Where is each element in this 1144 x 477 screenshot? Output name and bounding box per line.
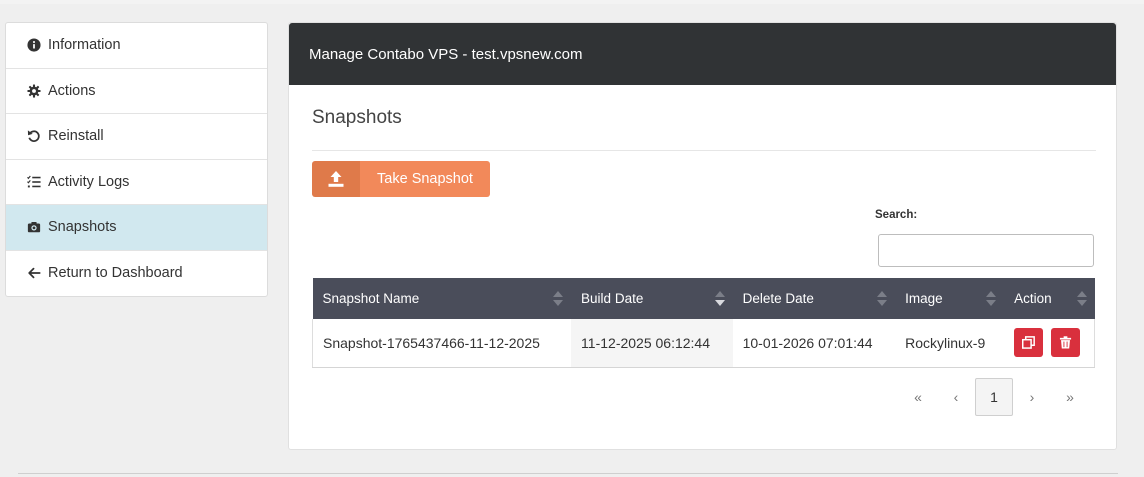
sort-desc-icon: [714, 291, 725, 307]
sidebar-menu: Information Actions Reinstall Activity L…: [5, 22, 268, 297]
sidebar-item-return-to-dashboard[interactable]: Return to Dashboard: [6, 251, 267, 297]
sidebar-item-actions[interactable]: Actions: [6, 69, 267, 114]
restore-snapshot-button[interactable]: [1014, 328, 1044, 358]
sort-icon: [553, 291, 564, 307]
footer-divider: [18, 473, 1118, 477]
sort-icon: [877, 291, 888, 307]
sort-icon: [986, 291, 997, 307]
camera-icon: [26, 219, 42, 235]
take-snapshot-button[interactable]: Take Snapshot: [312, 161, 490, 197]
table-header-row: Snapshot Name Build Date Delete Date Ima…: [312, 278, 1095, 319]
search-input[interactable]: [878, 234, 1094, 267]
trash-icon: [1059, 336, 1072, 349]
column-header-image[interactable]: Image: [895, 278, 1005, 319]
build-date-cell: 11-12-2025 06:12:44: [571, 319, 733, 368]
search-label: Search:: [875, 209, 918, 221]
image-cell: Rockylinux-9: [895, 319, 1005, 368]
manage-vps-panel: Manage Contabo VPS - test.vpsnew.com Sna…: [288, 22, 1117, 450]
sidebar-item-information[interactable]: Information: [6, 23, 267, 69]
column-header-action[interactable]: Action: [1004, 278, 1095, 319]
sidebar-item-activity-logs[interactable]: Activity Logs: [6, 160, 267, 205]
gear-icon: [26, 83, 42, 99]
panel-title: Manage Contabo VPS - test.vpsnew.com: [309, 45, 583, 63]
list-check-icon: [26, 174, 42, 190]
sidebar-item-label: Return to Dashboard: [48, 265, 183, 282]
sidebar-item-label: Information: [48, 37, 121, 54]
section-divider: [312, 150, 1096, 151]
column-header-delete-date[interactable]: Delete Date: [732, 278, 896, 319]
sidebar-item-label: Actions: [48, 82, 96, 99]
take-snapshot-label: Take Snapshot: [360, 161, 490, 197]
sidebar-item-label: Activity Logs: [48, 173, 130, 190]
pagination: « ‹ 1 › »: [899, 378, 1089, 416]
sidebar-item-label: Reinstall: [48, 128, 104, 145]
arrow-left-icon: [26, 265, 42, 281]
upload-icon: [312, 161, 360, 197]
panel-header: Manage Contabo VPS - test.vpsnew.com: [289, 23, 1116, 85]
restore-icon: [1022, 336, 1036, 350]
sidebar-item-snapshots[interactable]: Snapshots: [6, 205, 267, 251]
action-cell: [1004, 319, 1095, 368]
snapshots-table: Snapshot Name Build Date Delete Date Ima…: [312, 278, 1095, 368]
pagination-prev[interactable]: ‹: [937, 378, 975, 416]
undo-icon: [26, 128, 42, 144]
column-header-snapshot-name[interactable]: Snapshot Name: [312, 278, 572, 319]
pagination-last[interactable]: »: [1051, 378, 1089, 416]
delete-date-cell: 10-01-2026 07:01:44: [732, 319, 896, 368]
info-circle-icon: [26, 37, 42, 53]
sidebar-item-label: Snapshots: [48, 219, 117, 236]
sidebar-item-reinstall[interactable]: Reinstall: [6, 114, 267, 160]
top-strip: [0, 0, 1144, 4]
pagination-page-1[interactable]: 1: [975, 378, 1013, 416]
pagination-first[interactable]: «: [899, 378, 937, 416]
column-header-build-date[interactable]: Build Date: [571, 278, 733, 319]
section-title: Snapshots: [312, 107, 402, 128]
sort-icon: [1076, 291, 1087, 307]
delete-snapshot-button[interactable]: [1051, 328, 1080, 358]
pagination-next[interactable]: ›: [1013, 378, 1051, 416]
snapshot-name-cell: Snapshot-1765437466-11-12-2025: [312, 319, 572, 368]
table-row: Snapshot-1765437466-11-12-2025 11-12-202…: [312, 319, 1095, 368]
